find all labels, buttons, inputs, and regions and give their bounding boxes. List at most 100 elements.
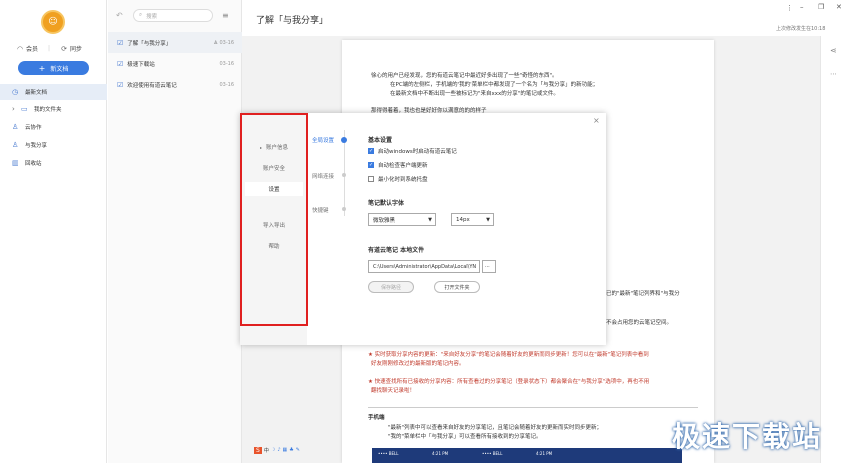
doc-highlight: ★ 快速查找所有已接收的分享内容：所有查看过的分享笔记（登录状态下）都会聚合在"… — [368, 379, 650, 385]
sogou-ime-icon[interactable]: S — [254, 446, 262, 454]
doc-title[interactable]: 了解「与我分享」 — [256, 13, 328, 26]
checkbox-autostart[interactable]: ✓ 启动windows时启动有道云笔记 — [368, 147, 457, 155]
nav-item-recent[interactable]: ◷ 最新文档 — [0, 84, 107, 100]
dropdown-arrow-icon: ▼ — [486, 216, 490, 223]
doc-bullet: "最新"列表中可以查看来自好友的分享笔记，且笔记会随着好友的更新而实时同步更新； — [388, 425, 603, 431]
phone-status: 4:21 PM — [536, 451, 553, 456]
last-modified: 上次修改发生在10:18 — [776, 26, 826, 32]
note-icon: ☑ — [117, 59, 124, 68]
tab-indicator — [342, 173, 346, 177]
right-toolbar — [820, 36, 850, 463]
avatar-face-icon: ☺ — [48, 17, 58, 27]
ime-mode-icon[interactable]: 中 — [264, 447, 269, 454]
tab-global[interactable]: 全局设置 — [312, 136, 334, 144]
font-size-select[interactable]: 14px ▼ — [451, 213, 494, 226]
more-horizontal-icon[interactable]: ⋯ — [830, 70, 837, 78]
path-value: C:\Users\Administrator\AppData\Local\YN — [373, 263, 477, 270]
open-folder-button[interactable]: 打开文件夹 — [434, 281, 480, 293]
tray-icon[interactable]: ✎ — [296, 447, 300, 453]
chevron-right-icon: › — [12, 105, 15, 113]
phone-status: 4:21 PM — [432, 451, 449, 456]
local-path-input[interactable]: C:\Users\Administrator\AppData\Local\YN — [368, 260, 480, 273]
minimize-icon[interactable]: – — [800, 3, 804, 11]
share-icon[interactable]: ⋖ — [830, 46, 837, 55]
checkbox-label: 最小化时到系统托盘 — [378, 177, 428, 183]
sync-label[interactable]: 同步 — [70, 44, 82, 53]
list-item[interactable]: ☑ 欢迎使用有道云笔记 03-16 — [108, 74, 242, 95]
tray-icon[interactable]: ▦ — [283, 447, 288, 453]
select-value: 微软雅黑 — [373, 217, 396, 224]
phone-status: •••• BELL — [378, 451, 399, 456]
select-value: 14px — [456, 216, 470, 223]
doc-fragment: 不会占用您的云笔记空间。 — [606, 320, 673, 326]
phone-screenshot-strip: •••• BELL 4:21 PM •••• BELL 4:21 PM — [372, 448, 682, 463]
tab-shortcuts[interactable]: 快捷键 — [312, 206, 329, 214]
doc-heading: 手机端 — [368, 415, 385, 421]
system-tray: S 中 ☽ ♪ ▦ ♣ ✎ — [254, 444, 334, 456]
note-icon: ☑ — [117, 80, 124, 89]
sort-menu-icon[interactable]: ≡ — [222, 11, 229, 20]
tab-indicator — [342, 207, 346, 211]
wifi-icon: ◠ — [16, 44, 24, 53]
list-item[interactable]: ☑ 极速下载站 03-16 — [108, 53, 242, 74]
nav-label: 回收站 — [25, 161, 42, 167]
search-placeholder: 搜索 — [146, 13, 158, 20]
save-path-button[interactable]: 保存路径 — [368, 281, 414, 293]
phone-status: •••• BELL — [482, 451, 503, 456]
maximize-icon[interactable]: ❐ — [818, 3, 824, 11]
doc-paragraph: 徐心的用户已经发现，您的有道云笔记中最近好多出现了一些"奇怪的东西"。 — [371, 73, 558, 79]
user-actions: ◠ 会员 | ⟳ 同步 — [14, 44, 94, 54]
note-title: 极速下载站 — [127, 61, 155, 68]
share-icon: ♙ — [12, 141, 19, 149]
tab-network[interactable]: 网络连接 — [312, 172, 334, 180]
new-doc-button[interactable]: + 新文档 — [18, 61, 89, 75]
font-family-select[interactable]: 微软雅黑 ▼ — [368, 213, 436, 226]
search-input[interactable]: ⌕ 搜索 — [133, 9, 213, 22]
close-dialog-icon[interactable]: × — [593, 116, 600, 125]
clock-icon: ◷ — [12, 88, 19, 96]
nav-label: 我的文件夹 — [34, 107, 62, 113]
tray-icon[interactable]: ♪ — [277, 447, 280, 453]
close-icon[interactable]: ✕ — [836, 3, 842, 11]
checkbox-checked-icon: ✓ — [368, 162, 374, 168]
nav-item-trash[interactable]: ▥ 回收站 — [0, 155, 107, 171]
nav-label: 云协作 — [25, 125, 42, 131]
nav-item-shared[interactable]: ♙ 与我分享 — [0, 137, 107, 153]
tray-icon[interactable]: ♣ — [289, 447, 293, 453]
plus-icon: + — [38, 63, 46, 73]
browse-button[interactable]: ··· — [482, 260, 496, 273]
folder-icon: ▭ — [21, 105, 28, 113]
checkbox-autoupdate[interactable]: ✓ 自动检查客户端更新 — [368, 161, 428, 169]
doc-fragment: 已的"最新"笔记列界和"与我分 — [606, 291, 680, 297]
note-date: 03-16 — [219, 81, 234, 88]
users-icon: ♙ — [12, 123, 19, 131]
checkbox-tray[interactable]: 最小化时到系统托盘 — [368, 175, 428, 183]
local-file-heading: 有道云笔记 本地文件 — [368, 247, 425, 254]
search-icon: ⌕ — [139, 12, 143, 18]
editor-topbar — [242, 0, 850, 36]
checkbox-label: 启动windows时启动有道云笔记 — [378, 149, 457, 155]
note-date: 03-16 — [219, 60, 234, 67]
shared-user-icon: ♙ — [213, 39, 218, 46]
more-icon[interactable]: ⋮ — [786, 4, 793, 12]
checkbox-empty-icon — [368, 176, 374, 182]
list-item[interactable]: ☑ 了解「与我分享」 ♙ 03-16 — [108, 32, 242, 53]
doc-highlight: 好友刚刚修改过的最新版的笔记内容。 — [371, 361, 465, 367]
nav-item-folders[interactable]: › ▭ 我的文件夹 — [0, 101, 107, 117]
divider — [368, 407, 698, 408]
nav-item-collab[interactable]: ♙ 云协作 — [0, 119, 107, 135]
back-icon[interactable]: ↶ — [116, 11, 123, 20]
vip-label[interactable]: 会员 — [26, 44, 38, 53]
note-title: 欢迎使用有道云笔记 — [127, 82, 177, 89]
trash-icon: ▥ — [12, 159, 19, 167]
watermark: 极速下载站 — [672, 420, 823, 453]
checkbox-label: 自动检查客户端更新 — [378, 163, 428, 169]
sync-icon: ⟳ — [61, 44, 67, 53]
doc-bullet: 在PC端的左侧栏，手机端的'我的'菜单栏中都发现了一个名为「与我分享」的新功能； — [390, 82, 599, 88]
divider: | — [48, 45, 51, 52]
dropdown-arrow-icon: ▼ — [428, 216, 432, 223]
new-doc-label: 新文档 — [50, 65, 69, 73]
tab-indicator — [341, 137, 347, 143]
avatar[interactable]: ☺ — [41, 10, 65, 34]
tray-icon[interactable]: ☽ — [271, 447, 275, 453]
